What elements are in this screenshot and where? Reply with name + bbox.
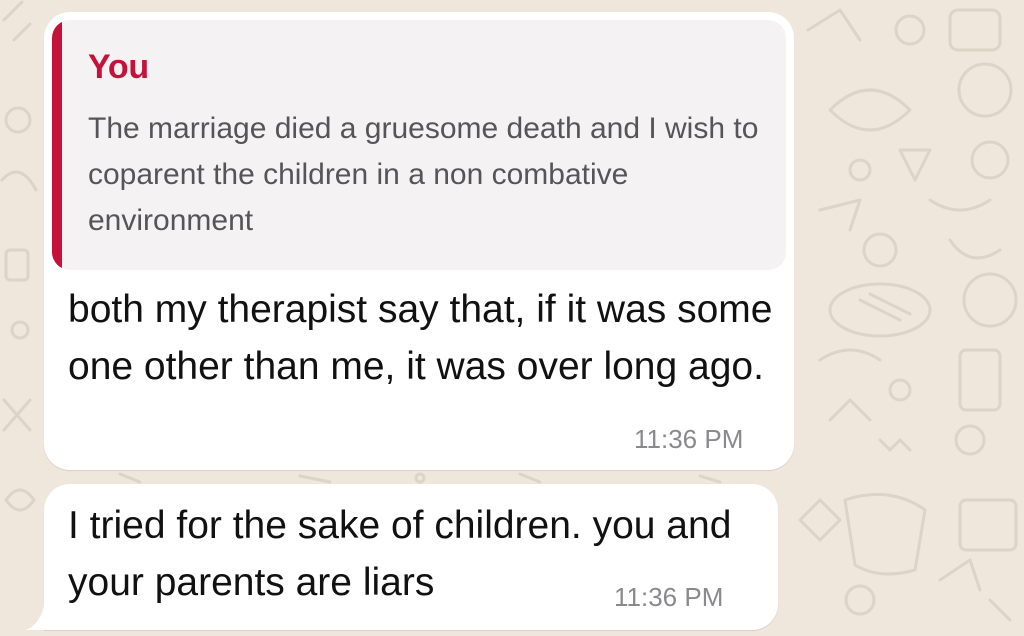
message-timestamp: 11:36 PM <box>634 424 744 454</box>
message-timestamp: 11:36 PM <box>614 582 724 612</box>
message-text: both my therapist say that, if it was so… <box>68 288 773 388</box>
quoted-reply[interactable]: You The marriage died a gruesome death a… <box>52 20 786 270</box>
bubble-tail-icon <box>26 606 52 630</box>
quote-accent-bar <box>52 20 62 270</box>
quote-author: You <box>88 48 149 86</box>
quote-text: The marriage died a gruesome death and I… <box>88 112 759 237</box>
